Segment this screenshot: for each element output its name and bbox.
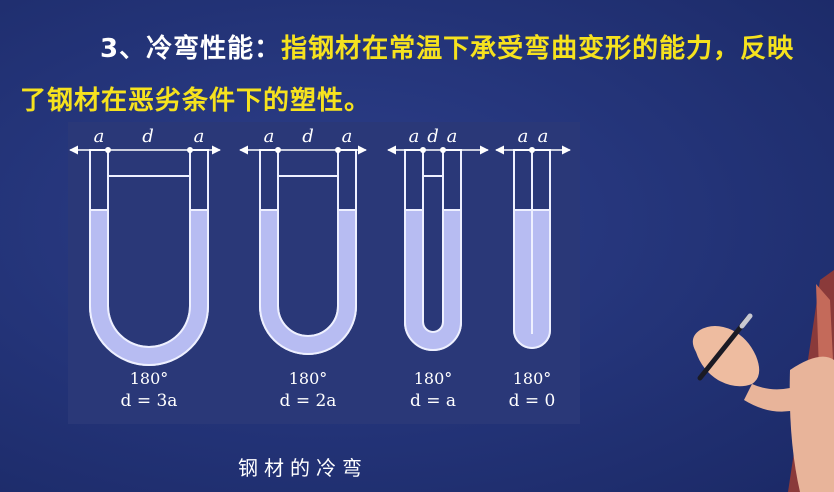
- specimens-svg: a d a 180° d = 3a a d a 180° d = 2a a d …: [69, 126, 571, 411]
- ratio-formula: d = 0: [509, 391, 556, 411]
- specimen-d-a: a d a 180° d = a: [387, 126, 489, 411]
- label-a-right: a: [538, 126, 549, 147]
- dimension-dot-left: [420, 147, 426, 153]
- presenter-hand-with-pen: [692, 270, 834, 492]
- section-term: 冷弯性能: [146, 34, 255, 64]
- bend-angle: 180°: [289, 369, 328, 388]
- definition-text-part-1: 指钢材在常温下承受弯曲变形的能力，反映: [281, 34, 795, 64]
- cold-bend-diagram: a d a 180° d = 3a a d a 180° d = 2a a d …: [68, 122, 580, 424]
- label-a-left: a: [518, 126, 529, 147]
- label-d: d: [302, 126, 314, 147]
- dimension-dot-right: [440, 147, 446, 153]
- definition-text-part-2: 了钢材在恶劣条件下的塑性。: [20, 86, 372, 116]
- bend-angle: 180°: [130, 369, 169, 388]
- ratio-formula: d = 2a: [280, 391, 337, 411]
- bent-bar-filled: [259, 209, 357, 355]
- dimension-dot-left: [105, 147, 111, 153]
- bent-bar-filled: [404, 209, 462, 351]
- specimen-d-2a: a d a 180° d = 2a: [239, 126, 367, 411]
- heading-colon: ：: [254, 34, 282, 64]
- label-a-right: a: [447, 126, 458, 147]
- dimension-dot-center: [529, 147, 535, 153]
- label-a-right: a: [342, 126, 353, 147]
- ratio-formula: d = a: [410, 391, 456, 411]
- label-a-left: a: [94, 126, 105, 147]
- bent-bar-filled: [89, 209, 209, 366]
- figure-caption: 钢材的冷弯: [238, 456, 368, 480]
- dimension-dot-right: [335, 147, 341, 153]
- bend-angle: 180°: [513, 369, 552, 388]
- specimen-d-3a: a d a 180° d = 3a: [69, 126, 221, 411]
- label-d: d: [427, 126, 439, 147]
- label-d: d: [142, 126, 154, 147]
- specimen-d-0: a a 180° d = 0: [495, 126, 571, 411]
- dimension-dot-left: [275, 147, 281, 153]
- label-a-left: a: [264, 126, 275, 147]
- ratio-formula: d = 3a: [121, 391, 178, 411]
- slide-heading-line-1: 3、冷弯性能：指钢材在常温下承受弯曲变形的能力，反映: [100, 28, 794, 65]
- label-a-right: a: [194, 126, 205, 147]
- section-number: 3、: [100, 34, 147, 64]
- bend-angle: 180°: [414, 369, 453, 388]
- label-a-left: a: [409, 126, 420, 147]
- dimension-dot-right: [187, 147, 193, 153]
- slide-heading-line-2: 了钢材在恶劣条件下的塑性。: [20, 80, 371, 117]
